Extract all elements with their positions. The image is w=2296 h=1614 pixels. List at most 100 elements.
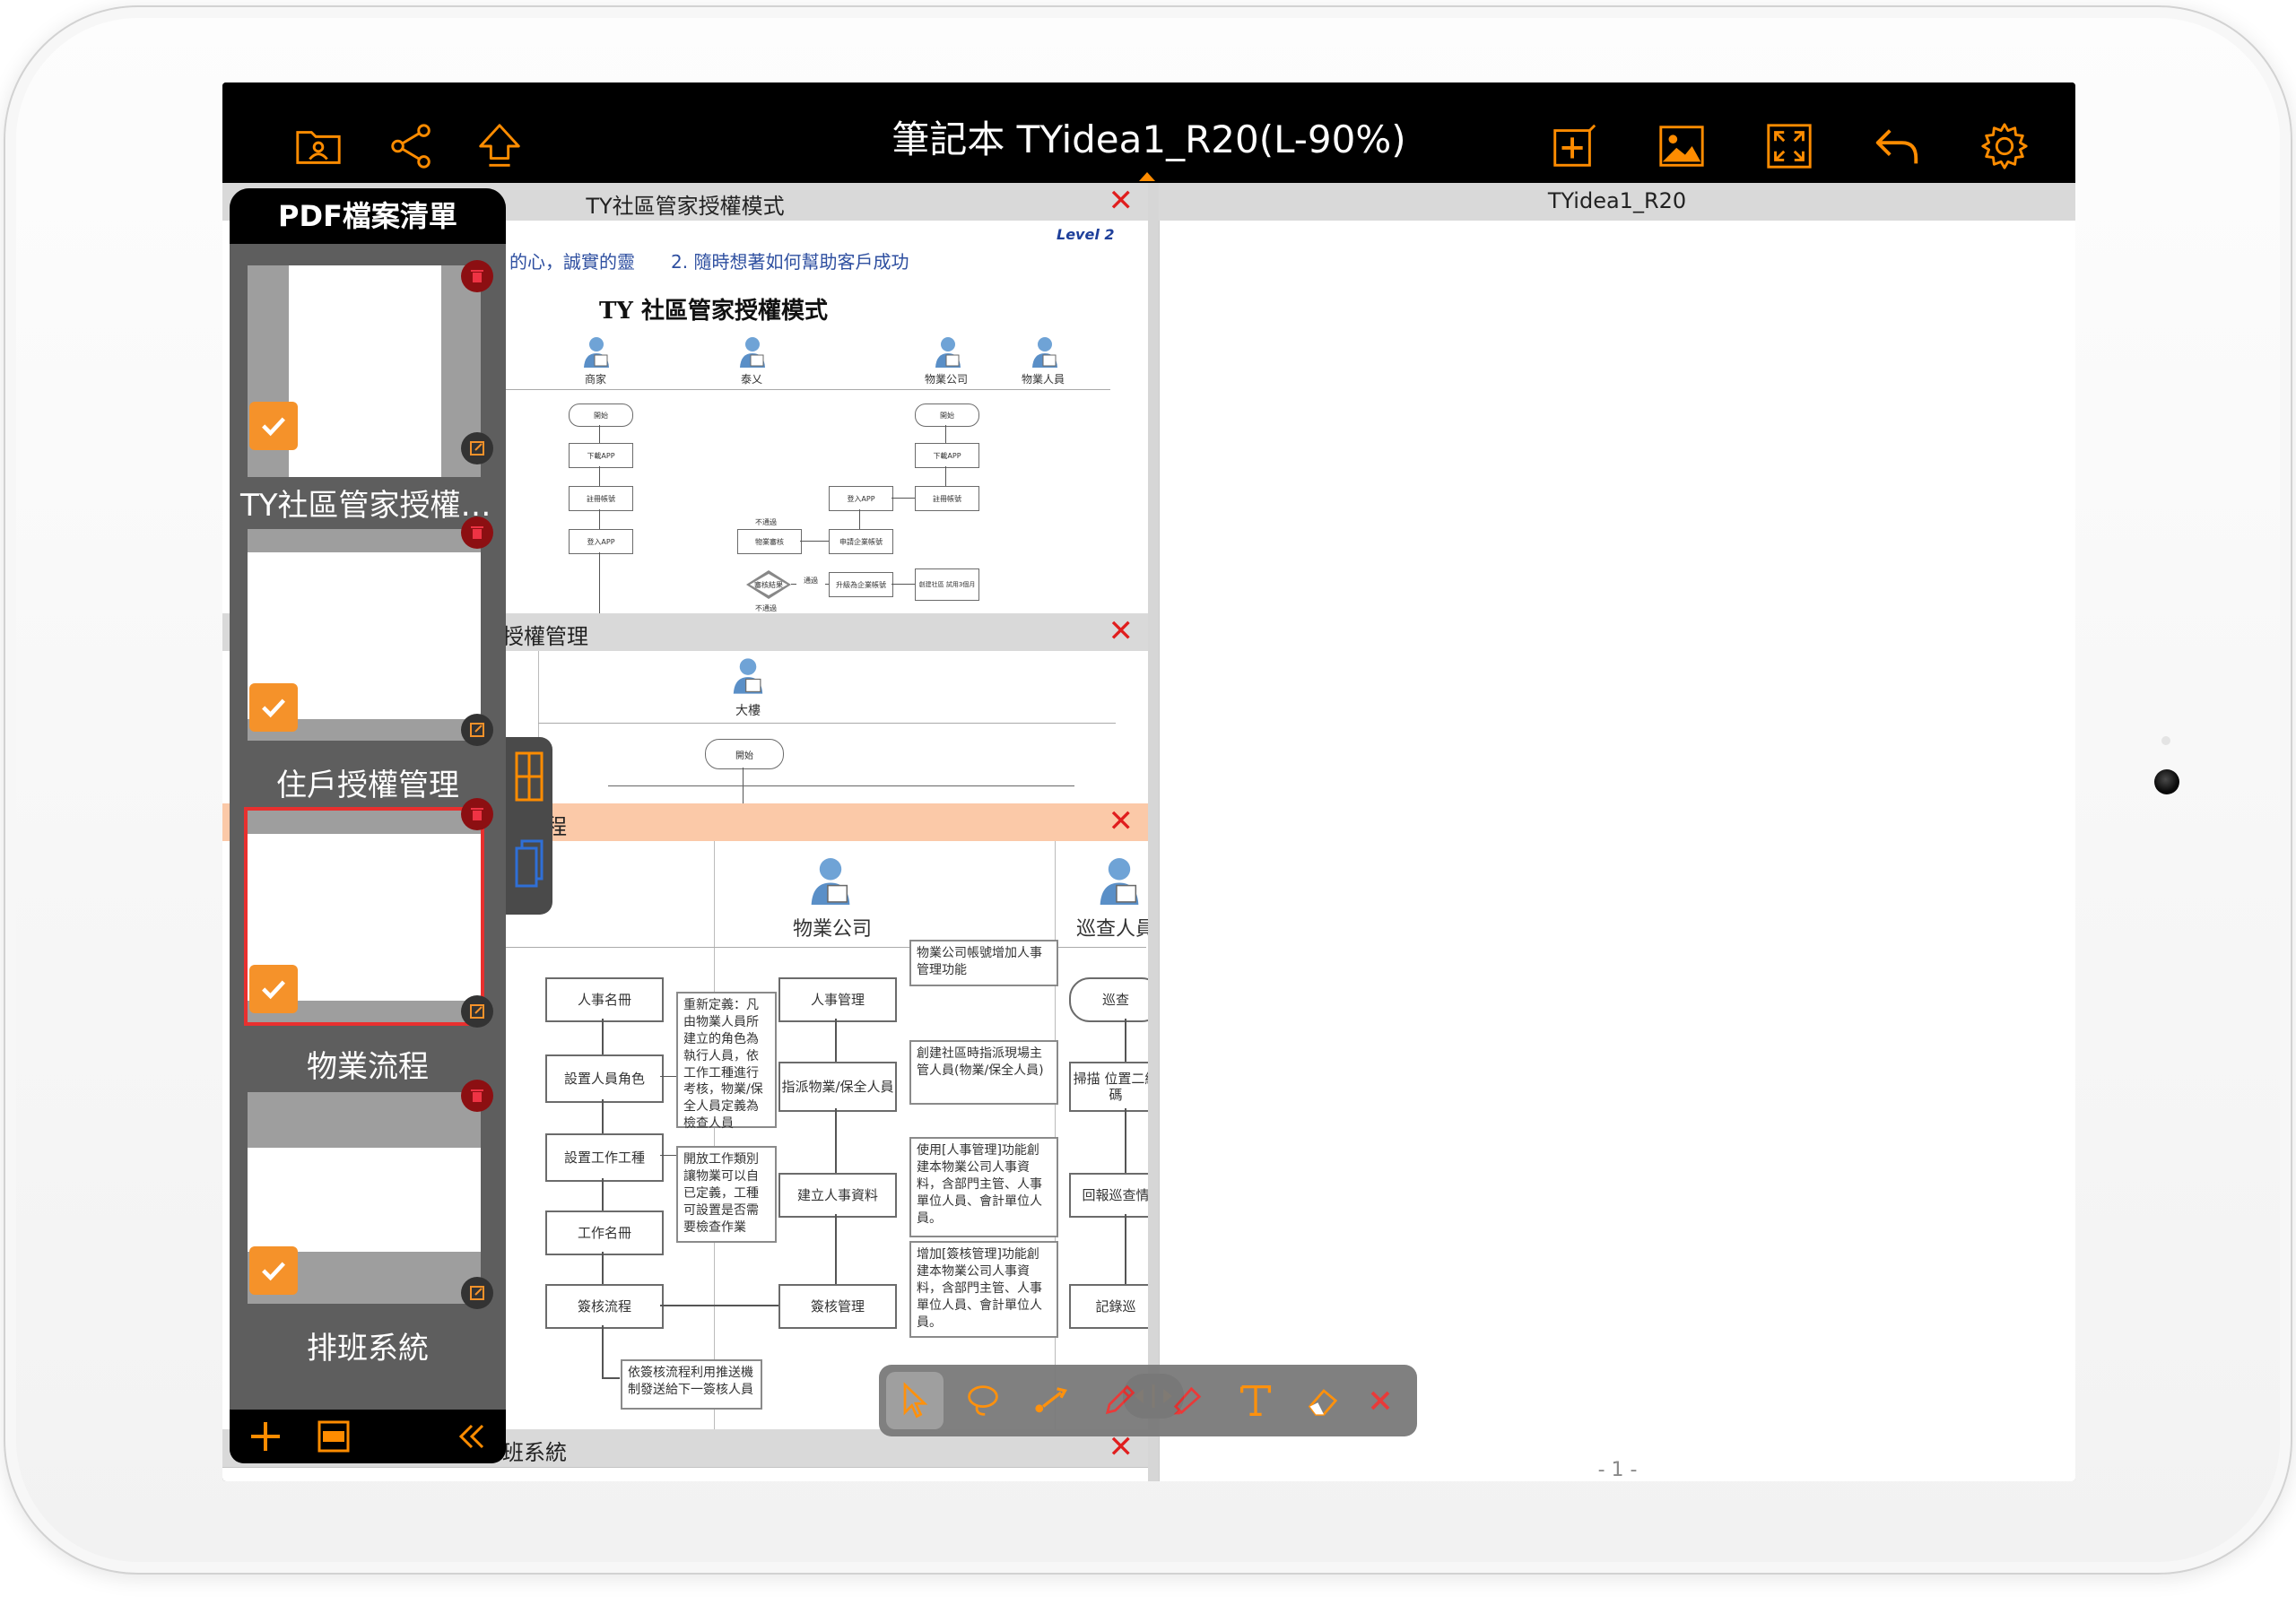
flow-note: 使用[人事管理]功能創建本物業公司人事資料，含部門主管、人事單位人員、會計單位人… xyxy=(909,1137,1058,1237)
trash-icon[interactable] xyxy=(461,260,493,292)
document-pages-icon[interactable] xyxy=(513,836,545,889)
eraser-icon[interactable] xyxy=(1295,1372,1352,1429)
fullscreen-icon[interactable] xyxy=(1761,118,1817,174)
sidebar-item-label: 住戶授權管理 xyxy=(276,768,459,803)
settings-icon[interactable] xyxy=(1977,118,2032,174)
flow-node: 註冊帳號 xyxy=(915,486,979,511)
thumbnail-page xyxy=(248,1148,481,1252)
checkbox-checked-icon[interactable] xyxy=(249,965,298,1013)
add-page-icon[interactable] xyxy=(1546,118,1602,174)
flow-edge-label: 不通過 xyxy=(748,603,784,613)
flow-node: 下載APP xyxy=(915,443,979,468)
flow-connector xyxy=(859,509,860,529)
pencil-icon[interactable] xyxy=(1091,1372,1148,1429)
sidebar-item-label: 物業流程 xyxy=(307,1049,429,1085)
trash-icon[interactable] xyxy=(461,516,493,549)
flow-connector xyxy=(835,1108,837,1173)
light-sensor xyxy=(2161,736,2170,745)
trash-icon[interactable] xyxy=(461,798,493,830)
checkbox-checked-icon[interactable] xyxy=(249,1246,298,1295)
lane-divider xyxy=(538,723,1116,724)
sidebar-item[interactable]: 物業流程 xyxy=(230,798,506,1089)
sidebar-item[interactable]: 住戶授權管理 xyxy=(230,516,506,807)
flow-note: 增加[簽核管理]功能創建本物業公司人事資料，含部門主管、人事單位人員、會計單位人… xyxy=(909,1241,1058,1338)
edit-icon[interactable] xyxy=(461,1277,493,1309)
lane-divider xyxy=(714,841,715,1429)
flow-box: 指派物業/保全人員 xyxy=(778,1062,897,1112)
flow-node: 開始 xyxy=(915,404,979,427)
right-page[interactable]: - 1 - xyxy=(1159,221,2075,1481)
checkbox-checked-icon[interactable] xyxy=(249,683,298,732)
lane-label: 物業公司 xyxy=(792,918,872,941)
close-icon[interactable] xyxy=(1358,1372,1403,1429)
right-pane-title: TYidea1_R20 xyxy=(1547,188,1687,213)
title-dropdown-caret[interactable] xyxy=(1139,172,1155,181)
lasso-icon[interactable] xyxy=(954,1372,1012,1429)
flow-box: 巡查 xyxy=(1069,977,1148,1022)
pane-divider[interactable] xyxy=(1148,183,1159,1481)
flow-connector xyxy=(1125,1108,1126,1173)
flow-box: 回報巡查情 xyxy=(1069,1173,1148,1218)
close-section-icon[interactable]: ✕ xyxy=(1109,183,1135,219)
right-document-pane[interactable]: TYidea1_R20 - 1 - xyxy=(1159,183,2075,1481)
flow-node: 開始 xyxy=(569,404,633,427)
checkbox-checked-icon[interactable] xyxy=(249,402,298,450)
lane-label: 物業人員 xyxy=(1021,373,1065,386)
sidebar-item-label: 排班系統 xyxy=(307,1331,429,1367)
close-section-icon[interactable]: ✕ xyxy=(1109,803,1135,839)
flow-connector xyxy=(602,1178,604,1210)
flow-connector xyxy=(835,1019,837,1062)
add-icon[interactable] xyxy=(246,1417,285,1456)
text-icon[interactable] xyxy=(1227,1372,1284,1429)
trash-icon[interactable] xyxy=(461,1080,493,1112)
pdf-list-sidebar: PDF檔案清單 TY社區管家授權模式 住戶授權管理 物業流程 排班系統 xyxy=(230,188,506,1463)
sidebar-item[interactable]: 排班系統 xyxy=(230,1080,506,1370)
sidebar-footer xyxy=(230,1410,506,1463)
flow-connector xyxy=(1125,1019,1126,1062)
flow-note: 重新定義：凡由物業人員所建立的角色為執行人員，依工作工種進行考核，物業/保全人員… xyxy=(676,992,777,1131)
flow-connector xyxy=(800,541,829,542)
sidebar-title: PDF檔案清單 xyxy=(230,188,506,244)
link-icon[interactable] xyxy=(1022,1372,1080,1429)
flow-edge-label: 不通過 xyxy=(748,516,784,527)
person-icon xyxy=(1096,855,1143,907)
edit-icon[interactable] xyxy=(461,432,493,464)
edit-icon[interactable] xyxy=(461,714,493,746)
collapse-sidebar-icon[interactable] xyxy=(452,1417,491,1456)
flow-connector xyxy=(599,552,600,613)
flow-node: 註冊帳號 xyxy=(569,486,633,511)
thumbnail-page xyxy=(289,265,441,477)
lane-label: 商家 xyxy=(584,373,606,386)
flow-node: 登入APP xyxy=(569,529,633,554)
flow-connector xyxy=(660,1155,676,1156)
flow-connector xyxy=(891,498,915,499)
flow-box: 簽核管理 xyxy=(778,1284,897,1329)
top-toolbar: 筆記本 TYidea1_R20(L-90%) xyxy=(222,82,2075,183)
close-section-icon[interactable]: ✕ xyxy=(1109,613,1135,649)
edit-icon[interactable] xyxy=(461,995,493,1028)
flow-node: 開始 xyxy=(705,739,784,769)
flow-connector xyxy=(608,785,1074,786)
select-arrow-icon[interactable] xyxy=(886,1372,944,1429)
flow-connector xyxy=(945,466,946,486)
flow-box: 人事名冊 xyxy=(545,977,664,1022)
flow-connector xyxy=(660,1305,778,1306)
person-icon xyxy=(737,335,768,369)
flow-connector xyxy=(599,509,600,529)
highlighter-icon[interactable] xyxy=(1159,1372,1216,1429)
undo-icon[interactable] xyxy=(1869,118,1925,174)
flow-connector xyxy=(660,1076,676,1077)
page-number: - 1 - xyxy=(1597,1459,1638,1481)
sidebar-item[interactable]: TY社區管家授權模式 xyxy=(230,244,506,525)
pdf-file-icon[interactable] xyxy=(314,1417,353,1456)
lane-label: 巡查人員 xyxy=(1076,918,1148,941)
sidebar-item-label: TY社區管家授權模式 xyxy=(240,488,506,524)
split-view-icon[interactable] xyxy=(513,750,545,803)
app-screen: 筆記本 TYidea1_R20(L-90%) TY社區管家授權模式 ✕ 的心，誠… xyxy=(222,82,2075,1481)
decision-label: 審核結果 xyxy=(750,574,787,595)
right-pane-header: TYidea1_R20 xyxy=(1159,183,2075,221)
lane-label: 泰乂 xyxy=(740,373,762,386)
flow-note: 依簽核流程利用推送機制發送給下一簽核人員 xyxy=(621,1359,762,1410)
lane-label: 大樓 xyxy=(735,704,761,718)
image-icon[interactable] xyxy=(1654,118,1709,174)
